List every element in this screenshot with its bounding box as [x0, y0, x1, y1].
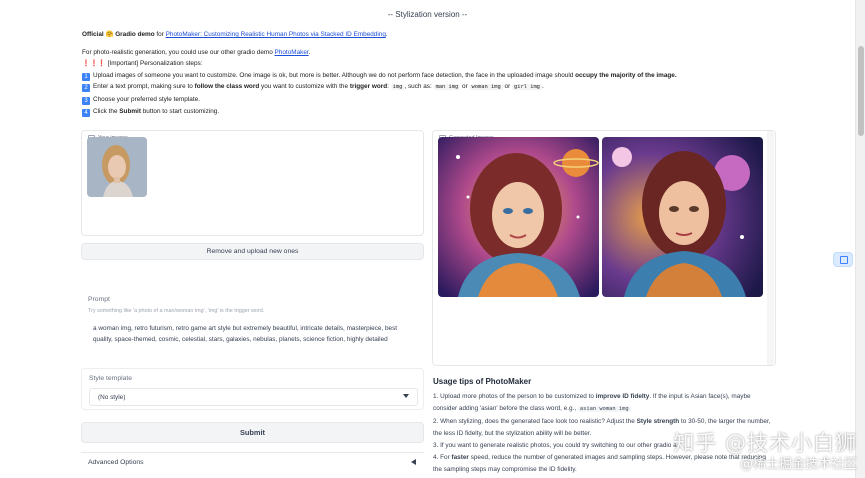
step-text: . — [541, 83, 544, 91]
exclamation-icon: ❗❗❗ — [82, 60, 106, 68]
photoreal-text: For photo-realistic generation, you coul… — [82, 48, 273, 56]
tip-text: 2. When stylizing, does the generated fa… — [433, 418, 635, 426]
style-template-select[interactable]: (No style) — [89, 388, 418, 406]
demo-label: Gradio demo — [115, 31, 155, 38]
prompt-hint: Try something like 'a photo of a man/wom… — [88, 308, 265, 314]
step-bold: follow the class word — [194, 83, 260, 91]
code-snippet: man img — [433, 84, 461, 91]
prompt-label: Prompt — [88, 296, 110, 303]
step-bold: Submit — [119, 107, 141, 115]
step-text: Choose your preferred style template. — [93, 95, 200, 103]
step-text: you want to customize with the — [261, 83, 349, 91]
collapse-arrow-icon — [411, 459, 416, 465]
remove-upload-button[interactable]: Remove and upload new ones — [81, 243, 424, 260]
intro-line-photoreal: For photo-realistic generation, you coul… — [82, 48, 311, 56]
step-text: Enter a text prompt, making sure to — [93, 83, 193, 91]
tip-1: 1. Upload more photos of the person to b… — [433, 391, 773, 415]
intro-section: Official 🤗 Gradio demo for PhotoMaker: C… — [82, 29, 782, 117]
tip-text: 1. Upload more photos of the person to b… — [433, 393, 594, 401]
tip-bold: faster — [451, 454, 469, 462]
tip-bold: improve ID fidelty — [595, 393, 650, 401]
photomaker-link[interactable]: PhotoMaker — [275, 49, 309, 56]
tips-title: Usage tips of PhotoMaker — [433, 377, 532, 386]
official-label: Official — [82, 31, 104, 38]
step-3: 3 Choose your preferred style template. — [82, 94, 782, 106]
generated-image-1[interactable] — [438, 137, 599, 297]
code-snippet: img — [390, 84, 405, 91]
tip-text: 4. For — [433, 454, 450, 462]
prompt-textarea[interactable]: a woman img, retro futurism, retro game … — [93, 324, 413, 345]
step-bold: trigger word — [349, 83, 388, 91]
submit-button[interactable]: Submit — [81, 422, 424, 443]
step-text: or — [502, 83, 512, 91]
code-snippet: asian woman img — [577, 405, 631, 412]
advanced-options-accordion[interactable]: Advanced Options — [81, 452, 424, 472]
step-number-icon: 3 — [82, 96, 90, 105]
generated-image-2[interactable] — [602, 137, 763, 297]
gallery-scrollbar[interactable] — [767, 131, 774, 365]
for-text: for — [156, 31, 164, 38]
step-text: , such as: — [404, 83, 434, 91]
step-text: or — [460, 83, 470, 91]
style-selected-value: (No style) — [98, 394, 126, 401]
advanced-options-label: Advanced Options — [88, 459, 144, 466]
intro-line-official: Official 🤗 Gradio demo for PhotoMaker: C… — [82, 31, 388, 38]
step-text: Click the — [93, 107, 118, 115]
generated-images-panel: Generated Images — [432, 130, 776, 366]
step-text: Upload images of someone you want to cus… — [93, 71, 574, 79]
book-icon — [840, 256, 848, 264]
step-text: button to start customizing. — [142, 107, 220, 115]
style-template-panel: Style template (No style) — [81, 368, 424, 410]
step-4: 4 Click the Submit button to start custom… — [82, 106, 782, 118]
paper-link[interactable]: PhotoMaker: Customizing Realistic Human … — [166, 31, 386, 38]
floating-side-button[interactable] — [833, 252, 853, 267]
important-line: ❗❗❗ [Important] Personalization steps: — [82, 58, 782, 70]
prompt-panel: Prompt Try something like 'a photo of a … — [81, 290, 424, 365]
style-template-label: Style template — [89, 375, 133, 382]
step-number-icon: 2 — [82, 84, 90, 93]
uploaded-image-thumbnail[interactable] — [87, 137, 147, 197]
chevron-down-icon — [403, 394, 409, 398]
page-title: -- Stylization version -- — [387, 10, 468, 19]
page-scrollbar[interactable] — [855, 0, 865, 478]
watermark: 知乎 @技术小白狮 @稀土掘金技术社区 — [673, 427, 857, 472]
scrollbar-thumb[interactable] — [858, 46, 864, 136]
hug-emoji-icon: 🤗 — [105, 31, 114, 38]
code-snippet: girl img — [511, 84, 542, 91]
image-upload-panel[interactable]: Your images — [81, 130, 424, 236]
step-bold: occupy the majority of the image. — [575, 71, 677, 79]
tip-bold: Style strength — [636, 418, 680, 426]
step-number-icon: 4 — [82, 108, 90, 117]
important-label: [Important] — [107, 60, 139, 68]
code-snippet: woman img — [469, 84, 503, 91]
step-1: 1 Upload images of someone you want to cu… — [82, 70, 782, 82]
step-number-icon: 1 — [82, 72, 90, 81]
step-2: 2 Enter a text prompt, making sure to fol… — [82, 81, 782, 94]
important-text: Personalization steps: — [139, 60, 203, 68]
